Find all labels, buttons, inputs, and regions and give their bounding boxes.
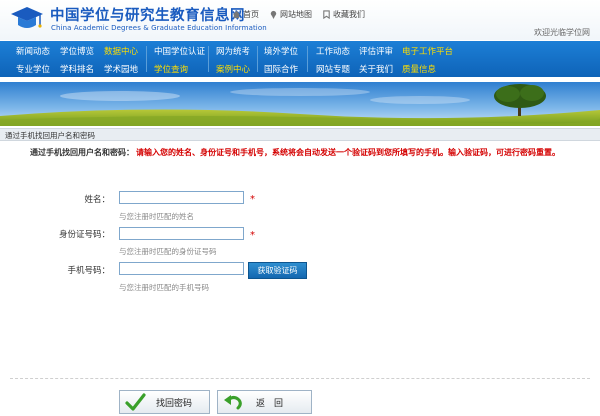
bookmark-link[interactable]: 收藏我们 bbox=[322, 9, 365, 20]
required-star: * bbox=[250, 230, 255, 241]
divider bbox=[10, 378, 590, 379]
bookmark-icon bbox=[323, 10, 330, 19]
back-arrow-icon bbox=[224, 395, 242, 410]
nav-group-5: 工作动态 评估评审 电子工作平台 网站专题 关于我们 质量信息 bbox=[316, 41, 466, 77]
id-card-input[interactable] bbox=[119, 227, 244, 240]
banner-image bbox=[0, 82, 600, 126]
checkmark-icon bbox=[125, 393, 146, 411]
instruction: 通过手机找回用户名和密码： 请输入您的姓名、身份证号和手机号，系统将会自动发送一个… bbox=[30, 147, 560, 158]
retrieve-password-button[interactable]: 找回密码 bbox=[119, 390, 210, 414]
nav-divider bbox=[146, 46, 147, 72]
nav-item-overseas-degree[interactable]: 境外学位 bbox=[264, 41, 308, 59]
id-card-label: 身份证号码： bbox=[58, 230, 110, 240]
nav-divider bbox=[208, 46, 209, 72]
nav-item-data-center[interactable]: 数据中心 bbox=[104, 41, 144, 59]
nav-group-4: 境外学位 国际合作 bbox=[264, 41, 308, 77]
home-link[interactable]: 首页 bbox=[232, 9, 259, 20]
nav-item-site-topics[interactable]: 网站专题 bbox=[316, 59, 359, 77]
site-subtitle: China Academic Degrees & Graduate Educat… bbox=[51, 24, 267, 32]
nav-item-discipline-ranking[interactable]: 学科排名 bbox=[60, 59, 104, 77]
nav-item-degree-query[interactable]: 学位查询 bbox=[154, 59, 216, 77]
site-map-link[interactable]: 网站地图 bbox=[269, 9, 312, 20]
nav-item-work-updates[interactable]: 工作动态 bbox=[316, 41, 359, 59]
breadcrumb-text: 通过手机找回用户名和密码 bbox=[5, 131, 95, 140]
nav-divider bbox=[257, 46, 258, 72]
name-input[interactable] bbox=[119, 191, 244, 204]
nav-group-1: 新闻动态 学位博览 数据中心 专业学位 学科排名 学术园地 bbox=[16, 41, 144, 77]
get-code-button[interactable]: 获取验证码 bbox=[248, 262, 307, 279]
id-card-hint: 与您注册时匹配的身份证号码 bbox=[119, 247, 217, 256]
phone-hint: 与您注册时匹配的手机号码 bbox=[119, 283, 209, 292]
nav-group-2: 中国学位认证 学位查询 bbox=[154, 41, 216, 77]
back-button[interactable]: 返 回 bbox=[217, 390, 312, 414]
nav-divider bbox=[307, 46, 308, 72]
top-links: 首页 网站地图 收藏我们 bbox=[232, 9, 365, 20]
landscape-banner bbox=[0, 82, 600, 126]
nav-item-news[interactable]: 新闻动态 bbox=[16, 41, 60, 59]
site-title[interactable]: 中国学位与研究生教育信息网 bbox=[50, 4, 245, 25]
retrieve-password-label: 找回密码 bbox=[156, 398, 193, 409]
nav-item-degree-expo[interactable]: 学位博览 bbox=[60, 41, 104, 59]
map-pin-icon bbox=[270, 10, 277, 19]
nav-item-online-exam[interactable]: 网为统考 bbox=[216, 41, 260, 59]
home-icon bbox=[232, 10, 241, 19]
name-label: 姓名： bbox=[84, 195, 110, 205]
phone-label: 手机号码： bbox=[67, 266, 110, 276]
nav-item-international-cooperation[interactable]: 国际合作 bbox=[264, 59, 308, 77]
home-link-label: 首页 bbox=[243, 10, 259, 19]
nav-item-degree-certification[interactable]: 中国学位认证 bbox=[154, 41, 216, 59]
site-map-link-label: 网站地图 bbox=[280, 10, 312, 19]
nav-item-professional-degree[interactable]: 专业学位 bbox=[16, 59, 60, 77]
breadcrumb: 通过手机找回用户名和密码 bbox=[0, 128, 600, 141]
bookmark-link-label: 收藏我们 bbox=[333, 10, 365, 19]
nav-group-3: 网为统考 案例中心 bbox=[216, 41, 260, 77]
main-nav: 新闻动态 学位博览 数据中心 专业学位 学科排名 学术园地 中国学位认证 学位查… bbox=[0, 41, 600, 77]
nav-item-case-center[interactable]: 案例中心 bbox=[216, 59, 260, 77]
nav-item-about-us[interactable]: 关于我们 bbox=[359, 59, 402, 77]
back-label: 返 回 bbox=[256, 398, 284, 409]
required-star: * bbox=[250, 194, 255, 205]
welcome-text: 欢迎光临学位网 bbox=[534, 28, 590, 37]
nav-item-evaluation[interactable]: 评估评审 bbox=[359, 41, 402, 59]
instruction-label: 通过手机找回用户名和密码： bbox=[30, 148, 134, 157]
graduation-cap-icon bbox=[11, 7, 43, 28]
nav-item-academic-garden[interactable]: 学术园地 bbox=[104, 59, 144, 77]
nav-item-quality-info[interactable]: 质量信息 bbox=[402, 59, 466, 77]
site-header: 中国学位与研究生教育信息网 China Academic Degrees & G… bbox=[0, 0, 600, 40]
name-hint: 与您注册时匹配的姓名 bbox=[119, 212, 194, 221]
nav-item-e-work-platform[interactable]: 电子工作平台 bbox=[402, 41, 466, 59]
instruction-text: 请输入您的姓名、身份证号和手机号，系统将会自动发送一个验证码到您所填写的手机。输… bbox=[136, 148, 560, 157]
phone-input[interactable] bbox=[119, 262, 244, 275]
